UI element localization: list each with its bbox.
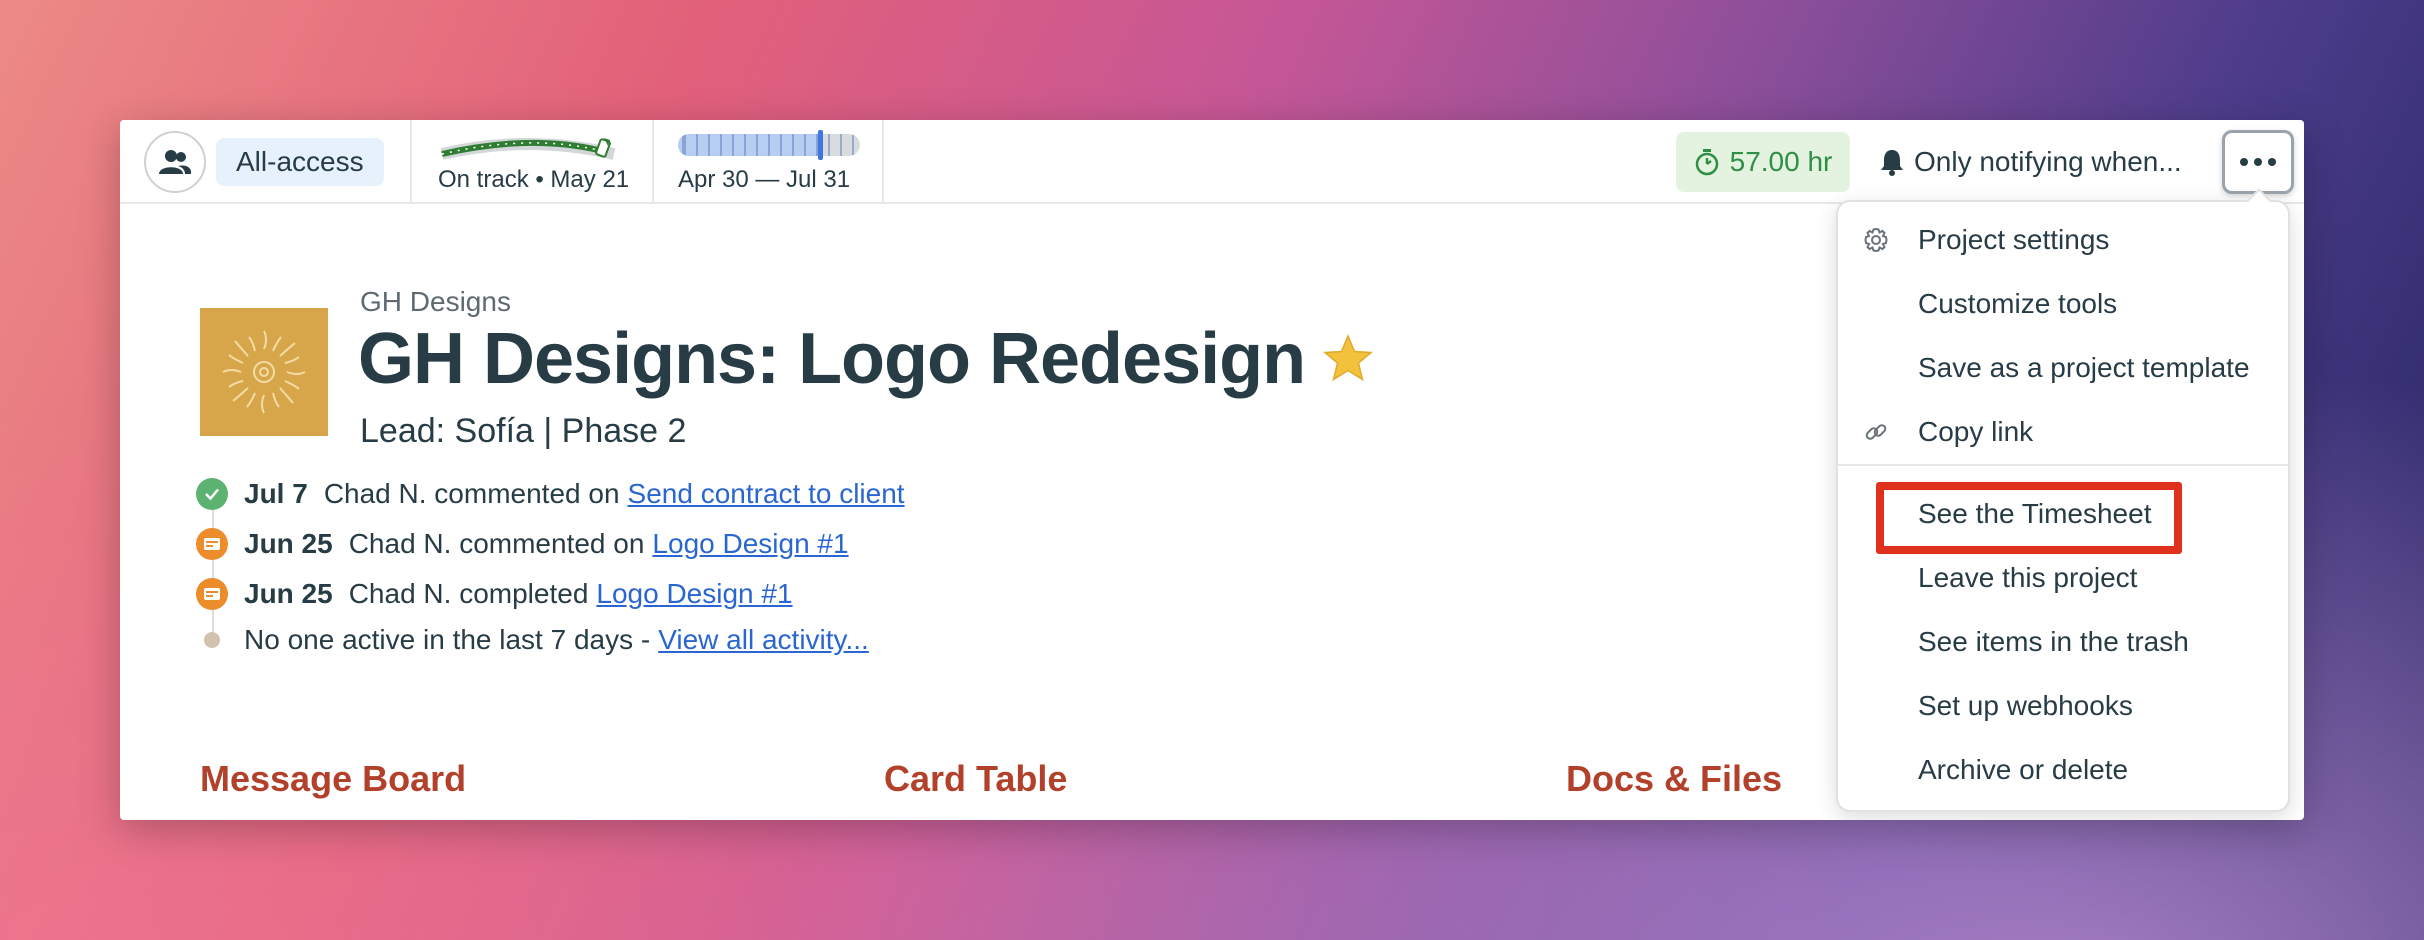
progress-status-label[interactable]: On track • May 21 <box>438 166 629 194</box>
activity-text: Chad N. completed <box>348 578 589 609</box>
company-name[interactable]: GH Designs <box>360 286 511 318</box>
hours-badge[interactable]: 57.00 hr <box>1676 132 1850 192</box>
activity-date: Jul 7 <box>244 478 308 509</box>
toolbar-divider <box>652 120 654 202</box>
project-window: All-access On track • May 21 Apr 30 — Ju… <box>120 120 2304 820</box>
inactive-dot-icon <box>204 632 220 648</box>
ellipsis-icon <box>2268 158 2276 166</box>
sun-logo-icon <box>222 330 306 414</box>
menu-item-label: Archive or delete <box>1918 754 2129 785</box>
menu-item-archive-delete[interactable]: Archive or delete <box>1838 742 2288 798</box>
card-icon <box>196 528 228 560</box>
project-logo[interactable] <box>200 308 328 436</box>
menu-item-label: Project settings <box>1918 224 2110 255</box>
schedule-bar[interactable] <box>678 134 860 156</box>
tool-docs-files[interactable]: Docs & Files <box>1566 758 1782 800</box>
activity-footer: No one active in the last 7 days - View … <box>196 620 869 660</box>
tool-card-table[interactable]: Card Table <box>884 758 1067 800</box>
ellipsis-icon <box>2254 158 2262 166</box>
project-description: Lead: Sofía | Phase 2 <box>360 412 687 450</box>
project-toolbar: All-access On track • May 21 Apr 30 — Ju… <box>120 120 2304 204</box>
activity-item: Jun 25 Chad N. completed Logo Design #1 <box>196 574 793 614</box>
view-all-activity-link[interactable]: View all activity... <box>658 624 869 656</box>
ellipsis-icon <box>2240 158 2248 166</box>
hill-chart-icon[interactable] <box>438 132 618 162</box>
menu-item-label: See items in the trash <box>1918 626 2189 657</box>
menu-item-label: Leave this project <box>1918 562 2138 593</box>
activity-text: Chad N. commented on <box>323 478 620 509</box>
toolbar-divider <box>410 120 412 202</box>
activity-date: Jun 25 <box>244 528 333 559</box>
activity-item: Jul 7 Chad N. commented on Send contract… <box>196 474 905 514</box>
menu-item-copy-link[interactable]: Copy link <box>1838 404 2288 460</box>
tool-message-board[interactable]: Message Board <box>200 758 466 800</box>
menu-item-leave-project[interactable]: Leave this project <box>1838 550 2288 606</box>
star-icon[interactable] <box>1321 332 1375 386</box>
link-icon <box>1862 418 1890 446</box>
menu-item-webhooks[interactable]: Set up webhooks <box>1838 678 2288 734</box>
gear-icon <box>1862 226 1890 254</box>
check-icon <box>196 478 228 510</box>
menu-item-trash[interactable]: See items in the trash <box>1838 614 2288 670</box>
notification-setting[interactable]: Only notifying when... <box>1880 132 2182 192</box>
menu-item-save-template[interactable]: Save as a project template <box>1838 340 2288 396</box>
more-options-button[interactable] <box>2222 130 2294 194</box>
bell-icon <box>1881 150 1903 176</box>
hours-label: 57.00 hr <box>1729 146 1833 177</box>
schedule-dates-label[interactable]: Apr 30 — Jul 31 <box>678 166 850 194</box>
menu-item-see-timesheet[interactable]: See the Timesheet <box>1838 486 2288 542</box>
menu-item-label: Copy link <box>1918 416 2034 447</box>
menu-item-project-settings[interactable]: Project settings <box>1838 212 2288 268</box>
schedule-today-marker <box>817 130 823 160</box>
activity-link[interactable]: Send contract to client <box>628 478 905 510</box>
more-options-menu: Project settings Customize tools Save as… <box>1836 200 2290 812</box>
menu-item-label: Customize tools <box>1918 288 2118 319</box>
stopwatch-icon <box>1695 149 1718 176</box>
activity-link[interactable]: Logo Design #1 <box>652 528 848 560</box>
project-title-row: GH Designs: Logo Redesign <box>358 318 1375 400</box>
menu-item-label: See the Timesheet <box>1918 498 2152 529</box>
menu-item-label: Set up webhooks <box>1918 690 2133 721</box>
toolbar-divider <box>882 120 884 202</box>
people-button[interactable] <box>144 131 206 193</box>
menu-item-label: Save as a project template <box>1918 352 2250 383</box>
menu-divider <box>1838 464 2288 466</box>
schedule-ticks <box>678 134 860 156</box>
activity-footer-text: No one active in the last 7 days - <box>244 624 651 655</box>
activity-link[interactable]: Logo Design #1 <box>596 578 792 610</box>
people-icon <box>159 150 192 174</box>
menu-item-customize-tools[interactable]: Customize tools <box>1838 276 2288 332</box>
project-title: GH Designs: Logo Redesign <box>358 319 1306 399</box>
card-icon <box>196 578 228 610</box>
activity-date: Jun 25 <box>244 578 333 609</box>
access-badge[interactable]: All-access <box>216 138 384 186</box>
notification-label: Only notifying when... <box>1914 146 2182 177</box>
activity-text: Chad N. commented on <box>348 528 645 559</box>
activity-item: Jun 25 Chad N. commented on Logo Design … <box>196 524 849 564</box>
